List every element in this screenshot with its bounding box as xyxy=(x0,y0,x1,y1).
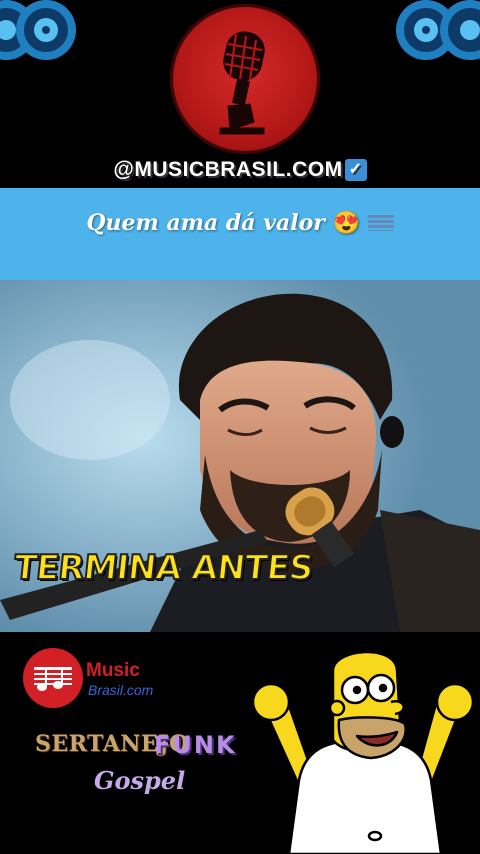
cartoon-character-cheering xyxy=(251,642,475,854)
microphone-icon xyxy=(219,31,265,135)
overlay-title: TERMINA ANTES xyxy=(11,547,316,589)
caption: Quem ama dá valor 😍 xyxy=(0,210,480,236)
logo-brasil-text: Brasil.com xyxy=(88,682,154,698)
speaker-right-icon xyxy=(396,0,480,60)
speaker-left-icon xyxy=(0,0,76,60)
header: @MUSICBRASIL.COM ✓ xyxy=(0,0,480,188)
caption-text: Quem ama dá valor xyxy=(86,210,325,236)
channel-handle[interactable]: @MUSICBRASIL.COM ✓ xyxy=(0,158,480,182)
music-notes-logo-icon xyxy=(23,648,83,708)
genre-gospel: Gospel xyxy=(94,766,186,795)
microphone-logo xyxy=(170,4,320,154)
handle-text: @MUSICBRASIL.COM xyxy=(113,158,343,181)
heart-eyes-emoji-icon: 😍 xyxy=(332,210,360,236)
logo-music-text: Music xyxy=(86,660,140,681)
list-lines-icon xyxy=(367,215,394,231)
genre-funk: FUNK xyxy=(154,731,237,759)
check-badge-icon: ✓ xyxy=(344,159,367,181)
